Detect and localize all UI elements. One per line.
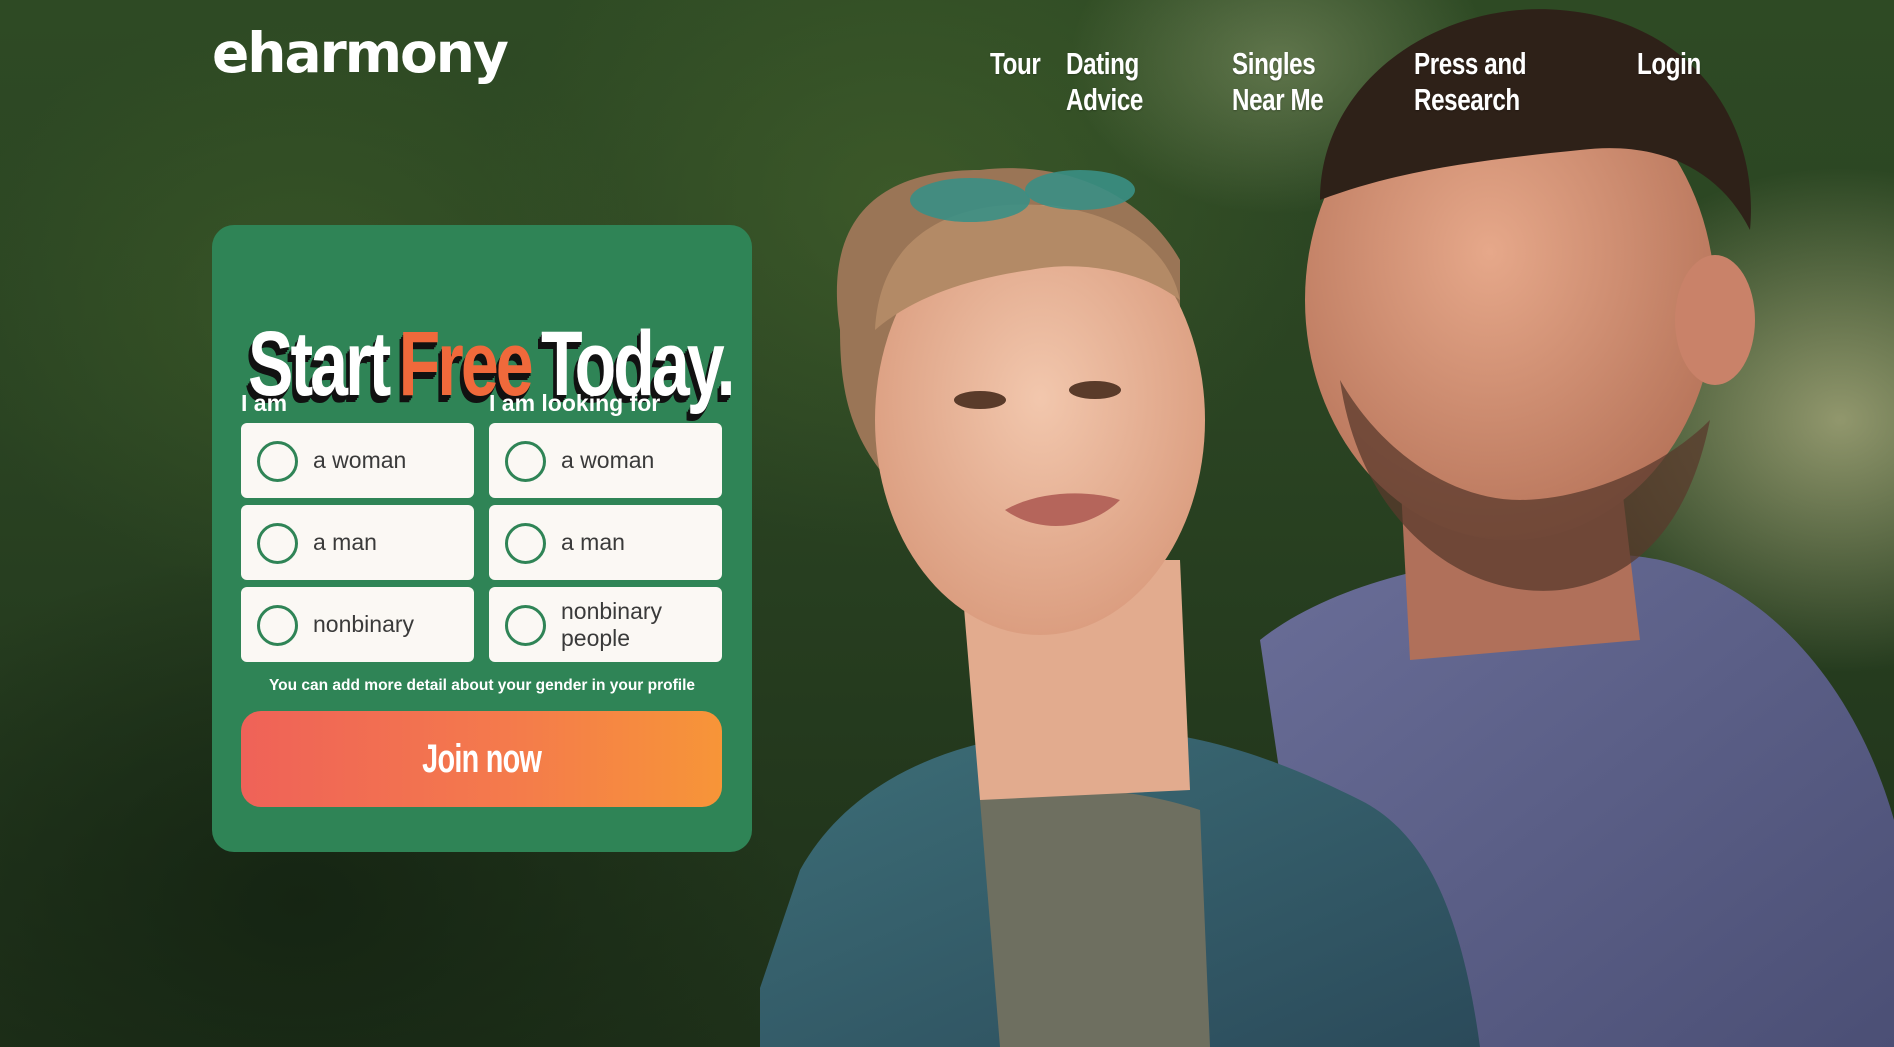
join-now-button[interactable]: Join now: [241, 711, 722, 807]
radio-circle-icon[interactable]: [257, 522, 298, 564]
looking-for-option-woman[interactable]: a woman: [489, 423, 722, 498]
looking-for-option-man[interactable]: a man: [489, 505, 722, 580]
nav-link-login[interactable]: Login: [1637, 46, 1701, 118]
signup-card: Start Free Today. I am I am looking for a …: [212, 225, 752, 852]
nav-link-tour[interactable]: Tour: [990, 46, 1041, 118]
join-now-label: Join now: [421, 736, 542, 781]
couple-photo: [760, 9, 1894, 1047]
looking-for-option-nonbinary-people[interactable]: nonbinary people: [489, 587, 722, 662]
option-label: a woman: [561, 447, 655, 473]
option-label: nonbinary people: [561, 597, 663, 651]
i-am-option-nonbinary[interactable]: nonbinary: [241, 587, 474, 662]
radio-circle-icon[interactable]: [505, 604, 546, 646]
i-am-option-man[interactable]: a man: [241, 505, 474, 580]
i-am-option-woman[interactable]: a woman: [241, 423, 474, 498]
nav-link-press-and-research[interactable]: Press and Research: [1414, 46, 1575, 118]
option-label: a woman: [313, 447, 407, 473]
radio-circle-icon[interactable]: [257, 440, 298, 482]
radio-circle-icon[interactable]: [257, 604, 298, 646]
radio-circle-icon[interactable]: [505, 440, 546, 482]
option-label: nonbinary: [313, 611, 415, 637]
option-label: a man: [561, 529, 625, 555]
nav-link-dating-advice[interactable]: Dating Advice: [1066, 46, 1183, 118]
radio-circle-icon[interactable]: [505, 522, 546, 564]
top-navigation: Tour Dating Advice Singles Near Me Press…: [990, 46, 1701, 118]
eharmony-logo[interactable]: eharmony: [212, 26, 509, 81]
looking-for-label: I am looking for: [489, 390, 661, 416]
gender-hint-text: You can add more detail about your gende…: [268, 677, 695, 694]
i-am-label: I am: [241, 390, 288, 416]
option-label: a man: [313, 529, 377, 555]
nav-link-singles-near-me[interactable]: Singles Near Me: [1232, 46, 1361, 118]
